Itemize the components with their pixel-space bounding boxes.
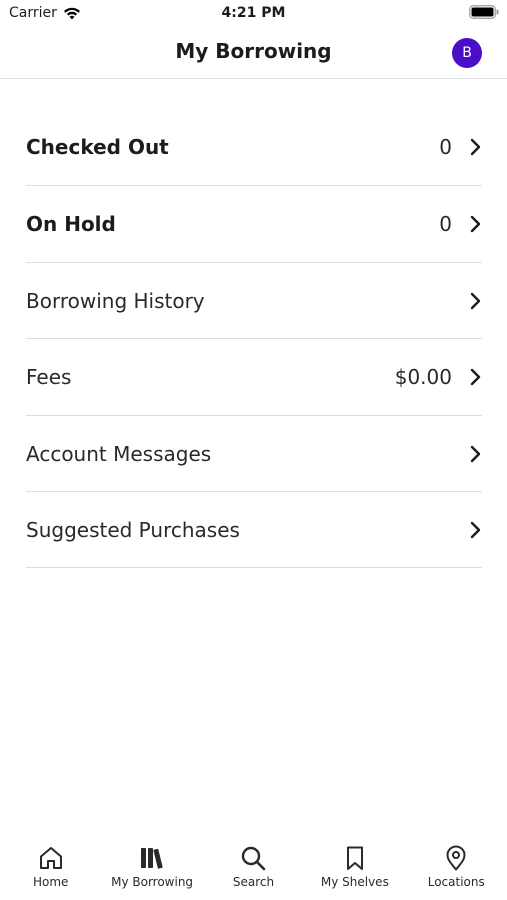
menu-item-suggested-purchases[interactable]: Suggested Purchases <box>26 492 482 568</box>
menu-item-label: On Hold <box>26 212 116 236</box>
on-hold-count: 0 <box>439 212 452 236</box>
tab-my-borrowing[interactable]: My Borrowing <box>102 838 203 889</box>
menu-item-right <box>468 492 482 567</box>
chevron-right-icon <box>470 521 481 538</box>
menu-item-label: Fees <box>26 365 72 389</box>
tab-label: Locations <box>427 875 485 889</box>
fees-amount: $0.00 <box>394 365 452 389</box>
menu-item-account-messages[interactable]: Account Messages <box>26 416 482 492</box>
menu-item-label: Suggested Purchases <box>26 517 240 542</box>
menu-item-right: 0 <box>439 109 482 185</box>
tab-label: My Borrowing <box>111 875 194 889</box>
nav-bar: My Borrowing B <box>0 28 507 79</box>
tab-bar: Home My Borrowing Search My Shelves Loca… <box>0 838 507 900</box>
tab-my-shelves[interactable]: My Shelves <box>304 838 405 889</box>
chevron-right-icon <box>470 368 481 386</box>
menu-item-right <box>468 416 482 491</box>
chevron-right-icon <box>470 215 481 233</box>
status-time: 4:21 PM <box>221 5 286 21</box>
menu-item-on-hold[interactable]: On Hold 0 <box>26 186 482 263</box>
avatar[interactable]: B <box>452 38 482 68</box>
tab-label: My Shelves <box>320 875 389 889</box>
checked-out-count: 0 <box>439 135 452 159</box>
books-icon <box>141 848 163 869</box>
menu-item-label: Checked Out <box>26 135 169 159</box>
menu-item-checked-out[interactable]: Checked Out 0 <box>26 109 482 186</box>
menu-item-right: 0 <box>439 186 482 262</box>
tab-home[interactable]: Home <box>0 838 101 889</box>
search-icon <box>242 846 266 871</box>
page-title: My Borrowing <box>175 39 332 63</box>
home-icon <box>39 847 62 869</box>
status-bar: Carrier 4:21 PM <box>0 0 507 28</box>
location-pin-icon <box>446 845 466 871</box>
menu-item-right: $0.00 <box>395 339 482 415</box>
bookmark-icon <box>346 846 363 870</box>
tab-search[interactable]: Search <box>203 838 304 889</box>
menu-item-label: Borrowing History <box>26 288 205 313</box>
chevron-right-icon <box>470 445 481 462</box>
chevron-right-icon <box>470 292 481 309</box>
menu-item-borrowing-history[interactable]: Borrowing History <box>26 263 482 339</box>
menu-item-label: Account Messages <box>26 441 212 466</box>
menu-item-right <box>468 263 482 338</box>
screen: Carrier 4:21 PM My Borrowing B Checked O… <box>0 0 507 900</box>
status-right <box>469 5 499 23</box>
tab-locations[interactable]: Locations <box>406 838 507 889</box>
avatar-initial: B <box>462 45 472 61</box>
tab-label: Search <box>232 875 275 889</box>
borrowing-menu-list: Checked Out 0 On Hold 0 Borrowing Histor… <box>26 109 482 568</box>
chevron-right-icon <box>470 138 481 156</box>
battery-icon <box>469 5 499 19</box>
tab-label: Home <box>32 875 69 889</box>
menu-item-fees[interactable]: Fees $0.00 <box>26 339 482 416</box>
